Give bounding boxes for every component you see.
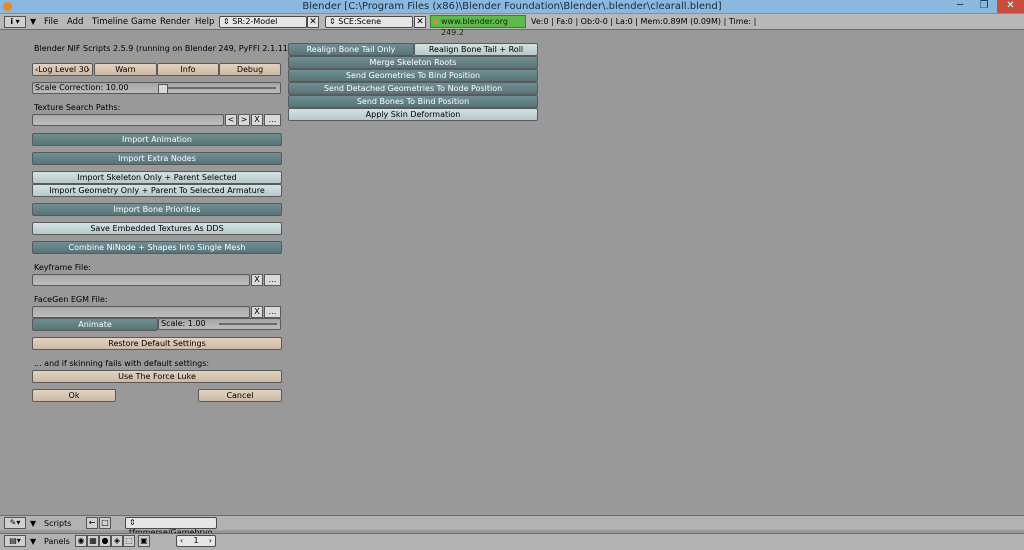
animate-toggle[interactable]: Animate xyxy=(32,318,158,331)
editing-context-icon[interactable]: ⬚ xyxy=(123,535,135,547)
window-title: Blender [C:\Program Files (x86)\Blender … xyxy=(302,1,722,12)
url-text: www.blender.org 249.2 xyxy=(441,17,508,37)
texture-search-paths-label: Texture Search Paths: xyxy=(34,103,121,112)
delete-scene-button[interactable]: ✕ xyxy=(414,16,426,28)
close-button[interactable]: ✕ xyxy=(997,0,1024,13)
scene-stats: Ve:0 | Fa:0 | Ob:0-0 | La:0 | Mem:0.89M … xyxy=(531,17,757,26)
screen-name: SR:2-Model xyxy=(232,17,278,26)
facegen-clear-button[interactable]: X xyxy=(251,306,263,318)
keyframe-file-input[interactable] xyxy=(32,274,250,286)
menu-file[interactable]: File xyxy=(44,17,58,27)
combine-ninode-button[interactable]: Combine NiNode + Shapes Into Single Mesh xyxy=(32,241,282,254)
shading-context-icon[interactable]: ● xyxy=(99,535,111,547)
restore-button[interactable]: ❐ xyxy=(972,0,996,13)
right-arrow-icon: › xyxy=(208,536,212,545)
info-button[interactable]: Info xyxy=(157,63,219,76)
script-path-selector[interactable]: ⇕ tfmmerse/Gamebryo xyxy=(125,517,217,537)
facegen-scale-slider[interactable]: Scale: 1.00 xyxy=(158,318,281,330)
import-extra-nodes-button[interactable]: Import Extra Nodes xyxy=(32,152,282,165)
right-arrow-icon: › xyxy=(86,65,90,74)
send-detached-geometries-button[interactable]: Send Detached Geometries To Node Positio… xyxy=(288,82,538,95)
menu-render[interactable]: Render xyxy=(160,17,190,27)
texture-path-input[interactable] xyxy=(32,114,224,126)
realign-bone-tail-only-button[interactable]: Realign Bone Tail Only xyxy=(288,43,414,56)
collapse-triangle-icon[interactable]: ▼ xyxy=(30,519,36,528)
scale-correction-label: Scale Correction: 10.00 xyxy=(35,83,129,92)
merge-skeleton-roots-button[interactable]: Merge Skeleton Roots xyxy=(288,56,538,69)
import-animation-button[interactable]: Import Animation xyxy=(32,133,282,146)
blender-logo-icon xyxy=(433,19,438,24)
collapse-triangle-icon[interactable]: ▼ xyxy=(30,537,36,546)
menu-add[interactable]: Add xyxy=(67,17,83,27)
window-icon[interactable]: □ xyxy=(99,517,111,529)
up-down-icon: ⇕ xyxy=(129,518,136,527)
scripts-window-icon[interactable]: ✎▾ xyxy=(4,517,26,529)
scale-correction-slider[interactable]: Scale Correction: 10.00 xyxy=(32,82,281,94)
scene-selector[interactable]: ⇕ SCE:Scene xyxy=(325,16,413,28)
collapse-triangle-icon[interactable]: ▼ xyxy=(30,17,36,26)
keyframe-browse-button[interactable]: ... xyxy=(264,274,281,286)
remove-path-button[interactable]: X xyxy=(251,114,263,126)
debug-button[interactable]: Debug xyxy=(219,63,281,76)
facegen-egm-file-label: FaceGen EGM File: xyxy=(34,295,108,304)
page-number: 1 xyxy=(193,536,199,545)
slider-track xyxy=(158,87,276,89)
log-level-value: Log Level 30 xyxy=(38,65,89,74)
back-arrow-icon[interactable]: ← xyxy=(86,517,98,529)
restore-default-settings-button[interactable]: Restore Default Settings xyxy=(32,337,282,350)
facegen-file-input[interactable] xyxy=(32,306,250,318)
delete-screen-button[interactable]: ✕ xyxy=(307,16,319,28)
scene-name: SCE:Scene xyxy=(338,17,382,26)
facegen-browse-button[interactable]: ... xyxy=(264,306,281,318)
import-bone-priorities-button[interactable]: Import Bone Priorities xyxy=(32,203,282,216)
warn-button[interactable]: Warn xyxy=(94,63,157,76)
info-window-icon[interactable]: i ▾ xyxy=(4,16,26,28)
minimize-button[interactable]: ─ xyxy=(949,0,971,13)
panel-header: Blender NIF Scripts 2.5.9 (running on Bl… xyxy=(34,44,291,53)
blender-url-badge[interactable]: www.blender.org 249.2 xyxy=(430,15,526,37)
window-titlebar: Blender [C:\Program Files (x86)\Blender … xyxy=(0,0,1024,14)
apply-skin-deformation-button[interactable]: Apply Skin Deformation xyxy=(288,108,538,121)
ok-button[interactable]: Ok xyxy=(32,389,116,402)
log-level-field[interactable]: ‹Log Level 30 › xyxy=(32,63,93,76)
import-geometry-button[interactable]: Import Geometry Only + Parent To Selecte… xyxy=(32,184,282,197)
panels-header xyxy=(0,533,1024,550)
realign-bone-tail-roll-button[interactable]: Realign Bone Tail + Roll xyxy=(414,43,538,56)
send-geometries-bind-button[interactable]: Send Geometries To Bind Position xyxy=(288,69,538,82)
screen-selector[interactable]: ⇕ SR:2-Model xyxy=(219,16,307,28)
keyframe-file-label: Keyframe File: xyxy=(34,263,91,272)
facegen-scale-label: Scale: 1.00 xyxy=(161,319,206,328)
slider-knob[interactable] xyxy=(158,84,168,94)
menu-timeline[interactable]: Timeline xyxy=(92,17,128,27)
object-context-icon[interactable]: ◈ xyxy=(111,535,123,547)
keyframe-clear-button[interactable]: X xyxy=(251,274,263,286)
scene-context-icon[interactable]: ▣ xyxy=(138,535,150,547)
skinning-note: ... and if skinning fails with default s… xyxy=(34,359,210,368)
up-down-icon: ⇕ xyxy=(223,17,233,26)
menu-help[interactable]: Help xyxy=(195,17,214,27)
use-the-force-luke-button[interactable]: Use The Force Luke xyxy=(32,370,282,383)
panels-label: Panels xyxy=(44,537,70,546)
send-bones-bind-button[interactable]: Send Bones To Bind Position xyxy=(288,95,538,108)
script-context-icon[interactable]: ▦ xyxy=(87,535,99,547)
logic-context-icon[interactable]: ◉ xyxy=(75,535,87,547)
import-skeleton-button[interactable]: Import Skeleton Only + Parent Selected xyxy=(32,171,282,184)
browse-path-button[interactable]: ... xyxy=(264,114,281,126)
save-embedded-textures-button[interactable]: Save Embedded Textures As DDS xyxy=(32,222,282,235)
buttons-window-icon[interactable]: ▤▾ xyxy=(4,535,26,547)
cancel-button[interactable]: Cancel xyxy=(198,389,282,402)
slider-track xyxy=(219,323,277,325)
scripts-label: Scripts xyxy=(44,519,72,528)
page-number-field[interactable]: ‹ 1 › xyxy=(176,535,216,547)
up-down-icon: ⇕ xyxy=(329,17,339,26)
menu-game[interactable]: Game xyxy=(131,17,156,27)
left-arrow-icon: ‹ xyxy=(180,536,184,545)
next-path-button[interactable]: > xyxy=(238,114,250,126)
prev-path-button[interactable]: < xyxy=(225,114,237,126)
